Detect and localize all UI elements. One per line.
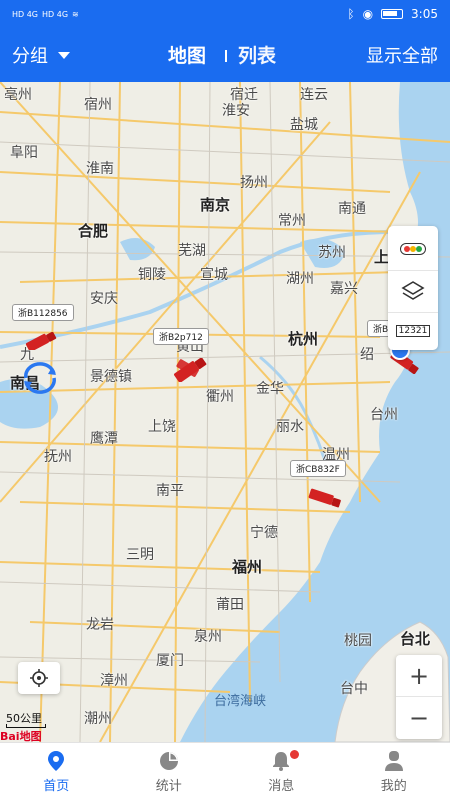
show-all-button[interactable]: 显示全部 (366, 42, 438, 68)
status-right: ᛒ ◉ 3:05 (347, 7, 438, 21)
refresh-icon[interactable] (18, 362, 62, 394)
city-label: 桃园 (344, 633, 372, 649)
city-label: 盐城 (290, 117, 318, 133)
city-label: 安庆 (90, 291, 118, 307)
nav-home[interactable]: 首页 (0, 743, 113, 800)
city-label: 杭州 (288, 330, 319, 348)
city-label: 上饶 (148, 419, 176, 435)
city-label: 鹰潭 (90, 431, 118, 447)
city-label: 台中 (340, 681, 368, 697)
user-icon (384, 750, 403, 771)
city-label: 淮安 (222, 103, 250, 119)
nav-messages-label: 消息 (268, 778, 295, 794)
bell-icon (273, 751, 290, 771)
city-label: 漳州 (100, 673, 128, 689)
city-label: 扬州 (240, 175, 268, 191)
city-label: 湖州 (286, 271, 314, 287)
city-label: 铜陵 (138, 267, 166, 283)
city-label: 宣城 (200, 267, 228, 283)
layers-icon[interactable] (388, 270, 438, 310)
signal-2: HD 4G (42, 9, 69, 19)
pie-chart-icon (159, 751, 178, 770)
vehicle-plate-label[interactable]: 浙B112856 (12, 304, 74, 321)
city-label: 三明 (126, 547, 154, 563)
traffic-icon[interactable] (388, 232, 438, 266)
city-label: 福州 (232, 558, 263, 576)
notification-badge (290, 750, 299, 759)
bluetooth-icon: ᛒ (347, 7, 355, 21)
group-label: 分组 (12, 46, 48, 67)
city-label: 南京 (200, 196, 231, 214)
location-status-icon: ◉ (362, 7, 374, 21)
city-label: 常州 (278, 213, 306, 229)
truck-icon[interactable] (306, 488, 344, 508)
vehicle-plate-label[interactable]: 浙B2p712 (153, 328, 209, 345)
map-view[interactable]: 亳州 宿州 宿迁 连云 阜阳 淮安 盐城 淮南 扬州 合肥 南京 常州 南通 芜… (0, 82, 450, 742)
nav-stats[interactable]: 统计 (113, 743, 226, 800)
city-label: 亳州 (4, 87, 32, 103)
city-label: 衢州 (206, 389, 234, 405)
nav-messages[interactable]: 消息 (225, 743, 338, 800)
city-label: 南平 (156, 483, 184, 499)
location-pin-icon (48, 750, 65, 771)
city-label: 台北 (400, 630, 431, 648)
clock: 3:05 (411, 7, 438, 21)
city-label: 泉州 (194, 629, 222, 645)
city-label: 连云 (300, 87, 328, 103)
group-dropdown[interactable]: 分组 (12, 42, 70, 68)
city-label: 金华 (256, 381, 284, 397)
city-label: 厦门 (156, 653, 184, 669)
nav-mine[interactable]: 我的 (338, 743, 450, 800)
tab-map[interactable]: 地图 (168, 41, 206, 68)
battery-icon (381, 9, 404, 19)
city-label: 上 (374, 248, 390, 266)
city-label: 潮州 (84, 711, 112, 727)
signal-1: HD 4G (12, 9, 39, 19)
sea-label: 台湾海峡 (214, 694, 267, 709)
city-label: 抚州 (44, 449, 72, 465)
chevron-down-icon (58, 51, 70, 59)
map-logo: Bai地图 (0, 730, 42, 742)
locate-button[interactable] (18, 662, 60, 694)
city-label: 南通 (338, 201, 366, 217)
nav-mine-label: 我的 (380, 778, 407, 794)
city-label: 阜阳 (10, 145, 38, 161)
city-label: 景德镇 (90, 369, 132, 385)
zoom-out-button[interactable]: − (396, 697, 442, 739)
city-label: 淮南 (86, 161, 114, 177)
city-label: 绍 (360, 347, 374, 363)
wifi-icon: ≋ (72, 9, 79, 19)
plate-toggle-label: 12321 (395, 324, 431, 337)
city-label: 莆田 (216, 597, 244, 613)
vehicle-plate-label[interactable]: 浙CB832F (290, 460, 346, 477)
truck-icon[interactable] (170, 358, 210, 382)
city-label: 合肥 (78, 222, 109, 240)
city-label: 宿州 (84, 97, 112, 113)
city-label: 丽水 (276, 419, 304, 435)
bottom-navigation: 首页 统计 消息 我的 (0, 742, 450, 800)
tab-list[interactable]: 列表 (238, 41, 276, 68)
tab-divider (225, 50, 227, 62)
app-root: HD 4G HD 4G ≋ ᛒ ◉ 3:05 分组 地图 列表 显示全部 亳州 … (0, 0, 450, 800)
status-bar: HD 4G HD 4G ≋ ᛒ ◉ 3:05 (0, 0, 450, 28)
truck-icon[interactable] (24, 332, 58, 350)
city-label: 嘉兴 (330, 281, 358, 297)
zoom-controls: + − (396, 655, 442, 739)
city-label: 芜湖 (178, 243, 206, 259)
zoom-in-button[interactable]: + (396, 655, 442, 697)
city-label: 宁德 (250, 525, 278, 541)
city-label: 台州 (370, 407, 398, 423)
nav-home-label: 首页 (43, 778, 70, 794)
city-label: 苏州 (318, 245, 346, 261)
signal-indicators: HD 4G HD 4G ≋ (12, 10, 79, 19)
app-header: 分组 地图 列表 显示全部 (0, 28, 450, 82)
city-label: 龙岩 (86, 617, 114, 633)
plate-toggle-button[interactable]: 12321 (388, 312, 438, 348)
crosshair-icon (30, 669, 48, 687)
nav-stats-label: 统计 (155, 778, 182, 794)
map-controls: 12321 (388, 226, 438, 350)
